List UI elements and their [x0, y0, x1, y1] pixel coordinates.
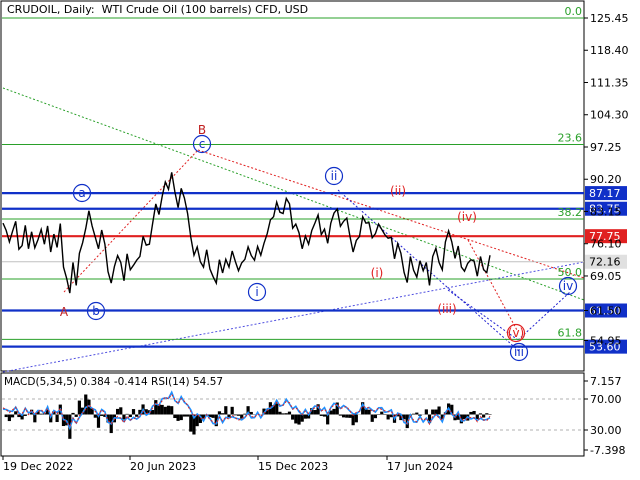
current-price-label: 72.16	[589, 256, 621, 269]
wave-label: (v)	[508, 326, 524, 340]
wave-label: a	[78, 186, 85, 200]
fibonacci-label: 50.0	[558, 266, 583, 279]
wave-label: ii	[331, 169, 338, 183]
wave-label: (ii)	[390, 184, 406, 198]
price-axis-label: 111.35	[590, 76, 629, 89]
wave-label: iv	[563, 279, 573, 293]
price-axis-label: 90.20	[590, 173, 622, 186]
price-axis-label: 69.05	[590, 270, 622, 283]
price-axis-label: 54.95	[590, 334, 622, 347]
macd-main-value: 0.384	[80, 376, 111, 388]
fibonacci-label: 0.0	[565, 5, 583, 18]
fibonacci-label: 61.8	[558, 326, 583, 339]
fibonacci-label: 38.2	[558, 206, 583, 219]
wave-label: A	[60, 305, 69, 319]
oscillator-axis-label: 70.00	[590, 393, 622, 406]
price-axis-label: 97.25	[590, 141, 622, 154]
price-axis-label: 104.30	[590, 109, 629, 122]
wave-label: i	[255, 285, 258, 299]
oscillator-axis-label: 30.00	[590, 424, 622, 437]
chart-frame: 87.1783.7577.7561.5053.6072.16 0.023.638…	[0, 0, 640, 480]
price-axis-label: 76.10	[590, 238, 622, 251]
wave-label: (iii)	[437, 302, 456, 316]
rsi-value: 54.57	[193, 376, 224, 388]
price-axis-label: 118.40	[590, 44, 629, 57]
date-axis-label: 15 Dec 2023	[258, 460, 328, 473]
date-axis-label: 20 Jun 2023	[130, 460, 196, 473]
wave-label: iii	[514, 345, 524, 359]
wave-label: B	[198, 123, 206, 137]
fibonacci-label: 23.6	[558, 131, 583, 144]
wave-label: c	[199, 137, 206, 151]
oscillator-axis-label: -7.398	[590, 444, 625, 457]
wave-label: (i)	[371, 266, 384, 280]
date-axis-label: 19 Dec 2022	[3, 460, 73, 473]
wave-label: (iv)	[457, 210, 477, 224]
timeframe-label: Daily:	[63, 3, 95, 16]
chart-header: CRUDOIL, Daily: WTI Crude Oil (100 barre…	[7, 3, 309, 16]
rsi-label: RSI(14)	[151, 376, 190, 388]
price-axis-label: 83.15	[590, 205, 622, 218]
level-label: 87.17	[589, 187, 621, 200]
wave-label: b	[92, 304, 100, 318]
oscillator-header: MACD(5,34,5) 0.384 -0.414 RSI(14) 54.57	[4, 376, 223, 388]
instrument-description: WTI Crude Oil (100 barrels) CFD, USD	[101, 3, 309, 16]
oscillator-axis-label: 7.157	[590, 375, 622, 388]
macd-signal-value: -0.414	[113, 376, 148, 388]
symbol-label: CRUDOIL	[7, 3, 57, 16]
date-axis-label: 17 Jun 2024	[387, 460, 453, 473]
macd-label: MACD(5,34,5)	[4, 376, 78, 388]
price-axis-label: 61.50	[590, 305, 622, 318]
price-axis-label: 125.45	[590, 12, 629, 25]
